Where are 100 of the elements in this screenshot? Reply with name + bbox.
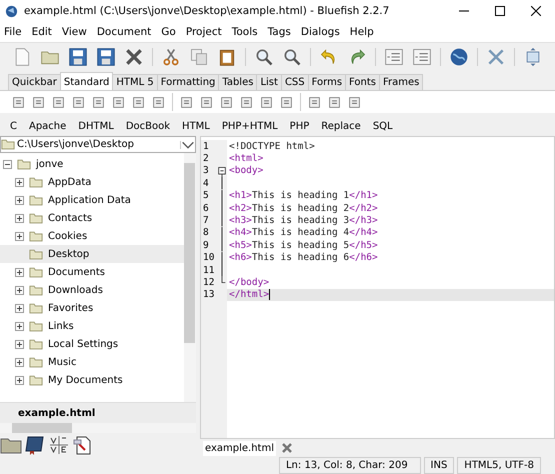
open-document-entry[interactable]: example.html	[0, 403, 196, 423]
cursor-position: Ln: 13, Col: 8, Char: 209	[278, 457, 421, 474]
snippet-menu[interactable]: HTML	[182, 120, 210, 132]
toolbar-tab[interactable]: Fonts	[345, 74, 380, 90]
toolbar-tab[interactable]: Forms	[308, 74, 346, 90]
toolbar-tab[interactable]: Formatting	[156, 74, 220, 90]
expand-icon[interactable]	[15, 358, 24, 366]
line-number: 5	[202, 190, 210, 202]
search-icon[interactable]	[254, 47, 274, 67]
menu-item[interactable]: File	[4, 26, 22, 38]
snippet-menu[interactable]: SQL	[372, 120, 393, 132]
code-line: <!DOCTYPE html>	[229, 140, 315, 152]
code-line: <h6>This is heading 6</h6>	[229, 252, 378, 264]
folder-icon	[29, 374, 43, 386]
tree-item[interactable]: My Documents	[48, 374, 123, 386]
code-line: <html>	[229, 153, 264, 164]
menu-item[interactable]: Tags	[268, 26, 291, 38]
snippet-menu[interactable]: Apache	[28, 120, 66, 132]
save-icon[interactable]	[68, 47, 88, 67]
globe-icon[interactable]	[449, 47, 469, 67]
path-dropdown[interactable]: C:\Users\jonve\Desktop	[0, 136, 196, 153]
tree-item[interactable]: AppData	[48, 176, 92, 188]
snippet-menu[interactable]: DocBook	[126, 120, 170, 132]
line-number: 9	[202, 240, 210, 251]
expand-icon[interactable]	[15, 286, 24, 294]
tree-item[interactable]: Favorites	[48, 302, 94, 314]
collapse-icon[interactable]	[3, 160, 12, 168]
document-tab[interactable]: example.html	[203, 440, 276, 456]
fold-icon[interactable]	[217, 164, 227, 178]
page-icon[interactable]	[32, 96, 45, 108]
line-number: 1	[202, 140, 210, 152]
toolbar-tab[interactable]: HTML 5	[112, 74, 158, 90]
clipboard-icon[interactable]	[217, 47, 237, 67]
toolbar-tab[interactable]: Standard	[60, 72, 114, 90]
line-number: 4	[202, 178, 210, 189]
menu-item[interactable]: Document	[96, 26, 152, 38]
expand-icon[interactable]	[15, 268, 24, 276]
menu-item[interactable]: Tools	[232, 26, 258, 38]
code-line: <h4>This is heading 4</h4>	[229, 227, 378, 238]
snippet-menu[interactable]: DHTML	[78, 120, 114, 132]
book-icon[interactable]	[24, 435, 46, 455]
tree-item[interactable]: Music	[48, 356, 76, 368]
save-as-icon[interactable]	[96, 47, 116, 67]
snippet-menu[interactable]: C	[10, 120, 17, 132]
tree-item[interactable]: Downloads	[48, 284, 103, 296]
chevron-down-icon	[180, 140, 195, 148]
expand-icon[interactable]	[15, 376, 24, 384]
tree-item[interactable]: Cookies	[48, 230, 88, 242]
snippet-menu[interactable]: Replace	[321, 120, 361, 132]
toolbar-tab[interactable]: Frames	[379, 74, 424, 90]
line-number: 6	[202, 202, 210, 214]
menu-item[interactable]: Help	[350, 26, 374, 38]
insert-mode: INS	[424, 457, 454, 474]
symbols-icon[interactable]	[48, 435, 70, 455]
snippet-menu[interactable]: PHP+HTML	[222, 120, 278, 132]
code-line: </body>	[229, 276, 270, 288]
folder-icon	[29, 194, 43, 206]
close-icon[interactable]	[124, 47, 144, 67]
tree-item[interactable]: Documents	[48, 266, 106, 278]
code-line: </html>	[229, 289, 270, 300]
window-title: example.html (C:\Users\jonve\Desktop\example.html) - Bluefish 2.2.7	[24, 5, 390, 17]
toolbar-tab[interactable]: Tables	[218, 74, 258, 90]
menu-item[interactable]: Project	[186, 26, 222, 38]
expand-icon[interactable]	[15, 196, 24, 204]
toolbar-tab[interactable]: Quickbar	[8, 74, 61, 90]
maximize-icon[interactable]	[495, 6, 505, 16]
tree-item[interactable]: Application Data	[48, 194, 131, 206]
toolbar-tab[interactable]: List	[256, 74, 282, 90]
tree-item[interactable]: Desktop	[48, 248, 90, 260]
expand-icon[interactable]	[15, 304, 24, 312]
expand-icon[interactable]	[15, 178, 24, 186]
page-icon[interactable]	[12, 96, 25, 108]
indent-icon[interactable]	[412, 47, 432, 67]
code-line: <h5>This is heading 5</h5>	[229, 240, 378, 251]
file-format: HTML5, UTF-8	[457, 457, 541, 474]
unindent-icon[interactable]	[384, 47, 404, 67]
menu-item[interactable]: View	[62, 26, 87, 38]
tree-item[interactable]: Local Settings	[48, 338, 118, 350]
menu-item[interactable]: Edit	[32, 26, 52, 38]
expand-icon[interactable]	[15, 214, 24, 222]
toolbar-tab[interactable]: CSS	[280, 74, 309, 90]
expand-icon[interactable]	[15, 322, 24, 330]
tree-item[interactable]: Contacts	[48, 212, 92, 224]
close-icon[interactable]	[531, 6, 541, 16]
scrollbar[interactable]	[184, 153, 196, 402]
tree-item[interactable]: jonve	[36, 158, 64, 170]
snippet-menu[interactable]: PHP	[290, 120, 310, 132]
code-line: <h2>This is heading 2</h2>	[229, 202, 378, 214]
line-number: 10	[202, 252, 216, 264]
folder-icon	[17, 158, 31, 170]
line-number: 7	[202, 215, 210, 226]
horizontal-scrollbar[interactable]	[0, 423, 196, 433]
menu-item[interactable]: Dialogs	[300, 26, 340, 38]
folder-icon	[29, 320, 43, 332]
tree-item[interactable]: Links	[48, 320, 74, 332]
expand-icon[interactable]	[15, 232, 24, 240]
code-line: <h1>This is heading 1</h1>	[229, 190, 378, 202]
scissors-icon[interactable]	[161, 47, 181, 67]
menu-item[interactable]: Go	[161, 26, 176, 38]
expand-icon[interactable]	[15, 340, 24, 348]
